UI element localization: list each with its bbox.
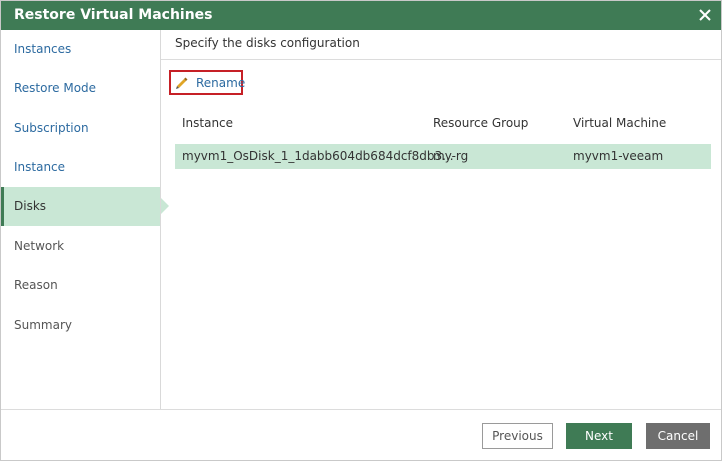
cell-resource-group: my-rg xyxy=(433,149,469,163)
section-title: Specify the disks configuration xyxy=(175,36,360,50)
column-header-instance[interactable]: Instance xyxy=(182,116,233,130)
cell-virtual-machine: myvm1-veeam xyxy=(573,149,664,163)
cell-instance: myvm1_OsDisk_1_1dabb604db684dcf8db3... xyxy=(182,149,454,163)
step-reason: Reason xyxy=(1,266,160,305)
table-row[interactable]: myvm1_OsDisk_1_1dabb604db684dcf8db3... m… xyxy=(175,144,711,169)
step-label: Restore Mode xyxy=(14,81,97,95)
section-divider xyxy=(161,59,721,60)
step-label: Summary xyxy=(14,318,72,332)
title-bar: Restore Virtual Machines xyxy=(1,1,721,30)
step-summary: Summary xyxy=(1,306,160,345)
step-label: Subscription xyxy=(14,121,89,135)
step-label: Reason xyxy=(14,278,58,292)
step-restore-mode[interactable]: Restore Mode xyxy=(1,69,160,108)
restore-wizard-window: Restore Virtual Machines Instances Resto… xyxy=(0,0,722,461)
next-button[interactable]: Next xyxy=(566,423,632,449)
window-title: Restore Virtual Machines xyxy=(14,7,213,23)
step-subscription[interactable]: Subscription xyxy=(1,109,160,148)
pencil-icon xyxy=(176,77,188,89)
wizard-steps-sidebar: Instances Restore Mode Subscription Inst… xyxy=(1,30,169,409)
step-instance[interactable]: Instance xyxy=(1,148,160,187)
column-header-resource-group[interactable]: Resource Group xyxy=(433,116,528,130)
step-label: Instance xyxy=(14,160,66,174)
footer-divider xyxy=(1,409,721,410)
cancel-button[interactable]: Cancel xyxy=(646,423,710,449)
previous-button[interactable]: Previous xyxy=(482,423,553,449)
step-label: Disks xyxy=(14,199,47,213)
rename-label: Rename xyxy=(196,76,246,90)
column-header-virtual-machine[interactable]: Virtual Machine xyxy=(573,116,666,130)
step-disks[interactable]: Disks xyxy=(1,187,169,226)
step-network: Network xyxy=(1,227,160,266)
disks-content: Specify the disks configuration Rename I… xyxy=(161,30,721,409)
step-label: Instances xyxy=(14,42,72,56)
table-header: Instance Resource Group Virtual Machine xyxy=(175,116,711,136)
step-instances[interactable]: Instances xyxy=(1,30,160,69)
rename-button[interactable]: Rename xyxy=(169,70,246,95)
step-label: Network xyxy=(14,239,65,253)
close-icon[interactable] xyxy=(695,5,715,25)
